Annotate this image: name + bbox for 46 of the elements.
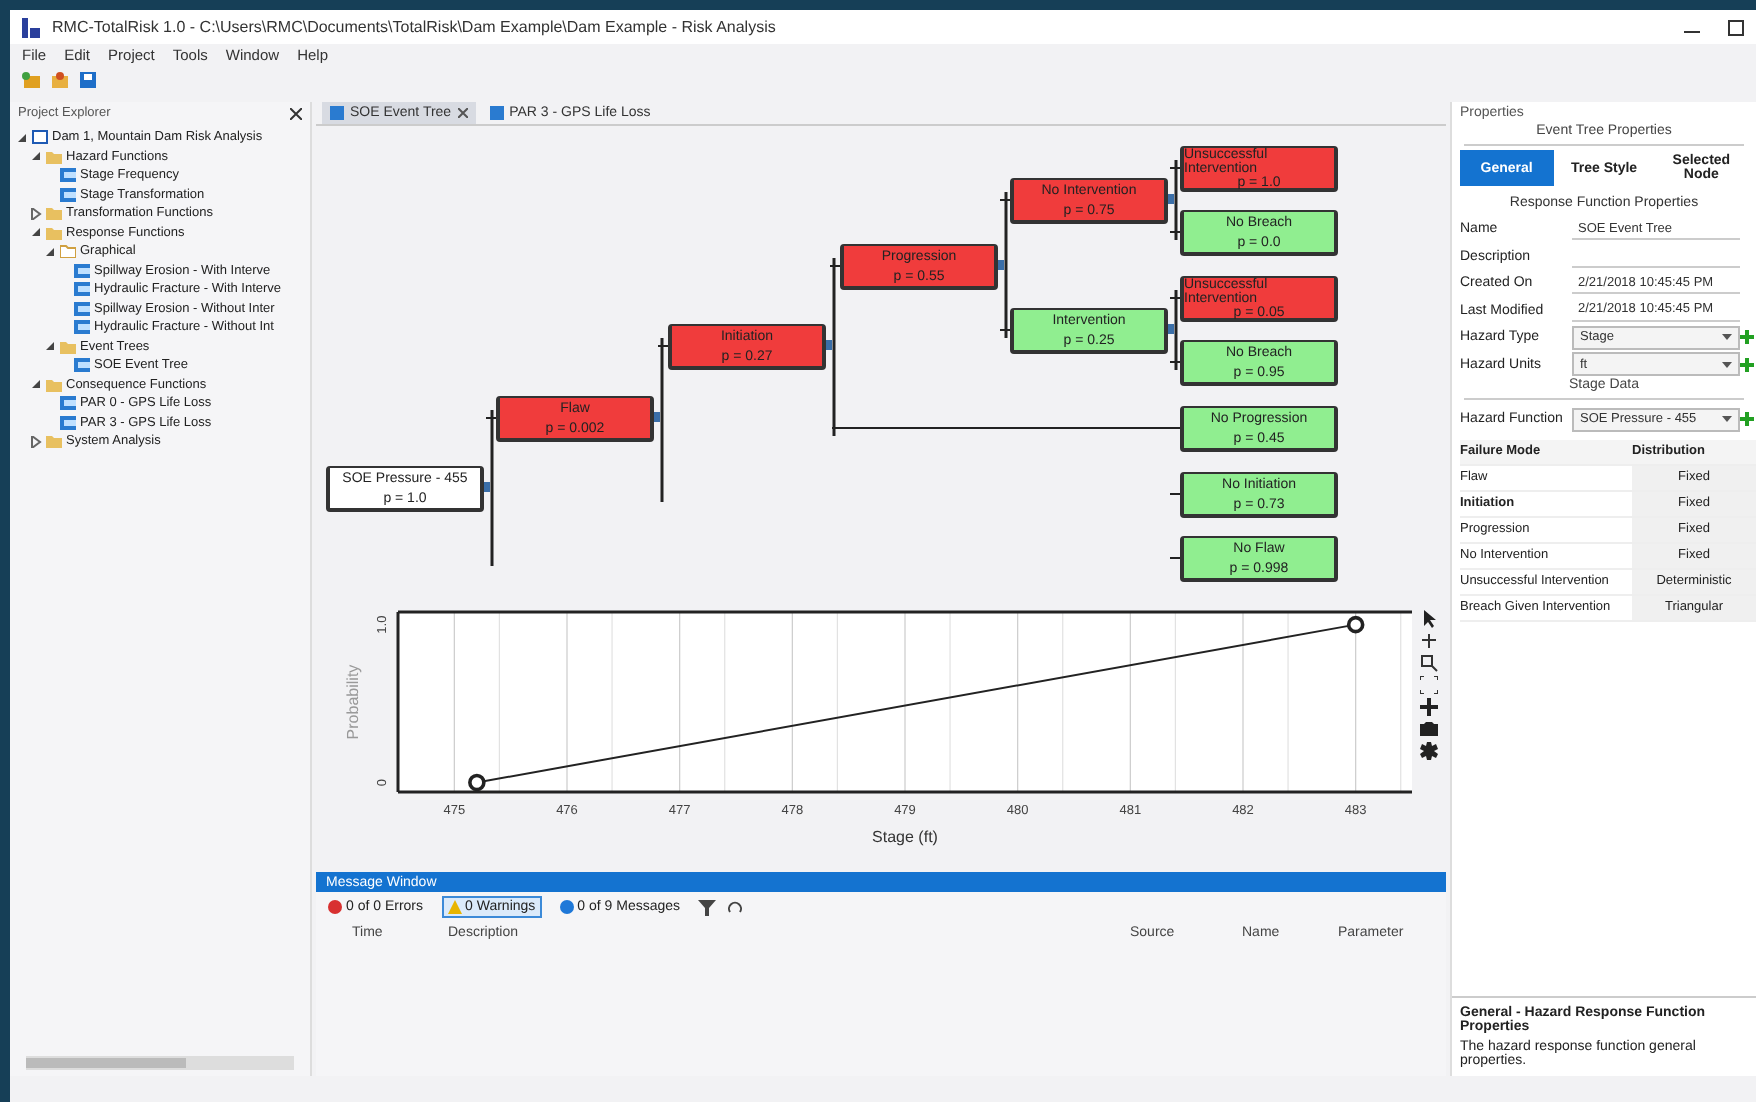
error-icon [328,900,342,914]
refresh-icon[interactable] [728,900,743,914]
document-icon [74,358,90,373]
data-point[interactable] [468,773,486,792]
plus-icon[interactable] [1420,698,1438,716]
axis-title: Stage (ft) [872,828,938,846]
fit-icon[interactable] [1420,676,1438,694]
expanded-arrow-icon[interactable] [30,226,42,239]
project-icon [32,130,48,145]
close-icon[interactable] [290,107,302,119]
axis-title: Probability [344,664,362,740]
pointer-icon[interactable] [1420,610,1438,628]
open-icon[interactable] [50,70,70,90]
settings-icon[interactable] [1420,742,1438,760]
save-icon[interactable] [78,70,98,90]
maximize-icon[interactable] [1728,19,1744,35]
folder-icon [60,339,76,354]
data-point[interactable] [1346,615,1365,634]
caret-icon [1722,334,1732,341]
document-icon [330,106,344,120]
add-icon[interactable] [1740,412,1754,427]
close-icon[interactable] [457,108,468,118]
camera-icon[interactable] [1420,720,1438,738]
folder-icon [46,434,62,449]
expanded-arrow-icon[interactable] [44,245,56,258]
caret-icon [1722,361,1732,368]
folder-icon [46,149,62,164]
new-project-icon[interactable] [22,70,42,90]
zoom-icon[interactable] [1420,654,1438,672]
info-icon [559,900,574,914]
caret-icon [1721,416,1732,423]
app-logo-icon [22,17,42,37]
scrollbar[interactable] [26,1056,294,1070]
expanded-arrow-icon[interactable] [44,340,56,353]
collapsed-arrow-icon[interactable] [30,207,42,220]
add-icon[interactable] [1740,357,1754,372]
expanded-arrow-icon[interactable] [30,378,42,391]
folder-icon [46,377,62,392]
document-icon [489,106,504,120]
expanded-arrow-icon[interactable] [30,150,42,163]
filter-icon[interactable] [698,898,717,916]
add-icon[interactable] [1740,330,1754,345]
warning-icon [447,900,462,914]
window-title: RMC-TotalRisk 1.0 - C:\Users\RMC\Documents\TotalRisk\Dam Example\Dam Example - Risk Analysis [52,18,778,36]
collapsed-arrow-icon[interactable] [30,435,42,448]
expanded-arrow-icon[interactable] [16,131,28,144]
